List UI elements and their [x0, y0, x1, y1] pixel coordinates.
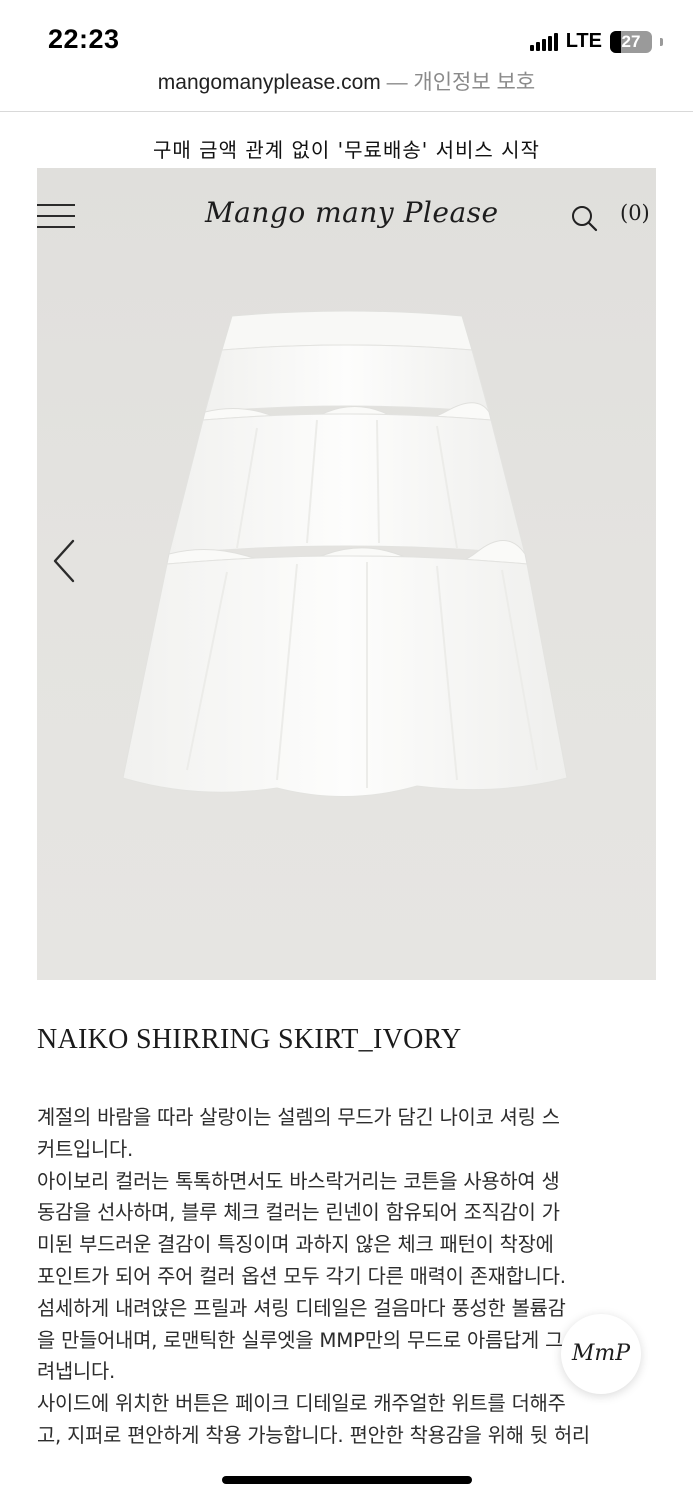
product-image: [122, 310, 568, 797]
privacy-label: 개인정보 보호: [413, 71, 536, 94]
cart-count[interactable]: (0): [620, 201, 650, 225]
promo-banner[interactable]: 구매 금액 관계 없이 '무료배송' 서비스 시작: [0, 134, 693, 163]
home-indicator[interactable]: [222, 1476, 472, 1484]
description-line: 고, 지퍼로 편안하게 착용 가능합니다. 편안한 착용감을 위해 뒷 허리: [37, 1423, 590, 1447]
network-type: LTE: [565, 30, 602, 52]
product-title: NAIKO SHIRRING SKIRT_IVORY: [37, 1024, 462, 1055]
mmp-floating-button[interactable]: MmP: [561, 1314, 641, 1394]
url-separator: —: [380, 71, 414, 94]
description-line: 동감을 선사하며, 블루 체크 컬러는 린넨이 함유되어 조직감이 가: [37, 1201, 560, 1225]
description-line: 포인트가 되어 주어 컬러 옵션 모두 각기 다른 매력이 존재합니다.: [37, 1264, 566, 1288]
battery-percent: 27: [621, 31, 641, 51]
description-line: 커트입니다.: [37, 1137, 134, 1161]
hamburger-menu-icon[interactable]: [37, 204, 75, 232]
description-line: 계절의 바람을 따라 살랑이는 설렘의 무드가 담긴 나이코 셔링 스: [37, 1106, 560, 1129]
product-description: 계절의 바람을 따라 살랑이는 설렘의 무드가 담긴 나이코 셔링 스 커트입니…: [37, 1102, 659, 1452]
product-hero: Mango many Please (0): [37, 168, 656, 980]
status-bar: 22:23 LTE 27: [0, 0, 693, 64]
status-time: 22:23: [48, 24, 120, 54]
chevron-left-icon[interactable]: [51, 538, 77, 584]
description-line: 섬세하게 내려앉은 프릴과 셔링 디테일은 걸음마다 풍성한 볼륨감: [37, 1296, 566, 1320]
search-icon[interactable]: [570, 204, 598, 232]
description-line: 사이드에 위치한 버튼은 페이크 디테일로 캐주얼한 위트를 더해주: [37, 1392, 566, 1416]
url-bar[interactable]: mangomanyplease.com — 개인정보 보호: [0, 66, 693, 112]
battery-nub: [660, 37, 663, 46]
status-indicators: LTE 27: [529, 30, 663, 53]
site-logo[interactable]: Mango many Please: [205, 196, 499, 229]
url-domain[interactable]: mangomanyplease.com: [158, 71, 381, 94]
signal-icon: [529, 32, 558, 51]
description-line: 미된 부드러운 결감이 특징이며 과하지 않은 체크 패턴이 착장에: [37, 1233, 554, 1257]
description-line: 아이보리 컬러는 톡톡하면서도 바스락거리는 코튼을 사용하여 생: [37, 1169, 560, 1193]
battery-icon: 27: [610, 30, 652, 53]
